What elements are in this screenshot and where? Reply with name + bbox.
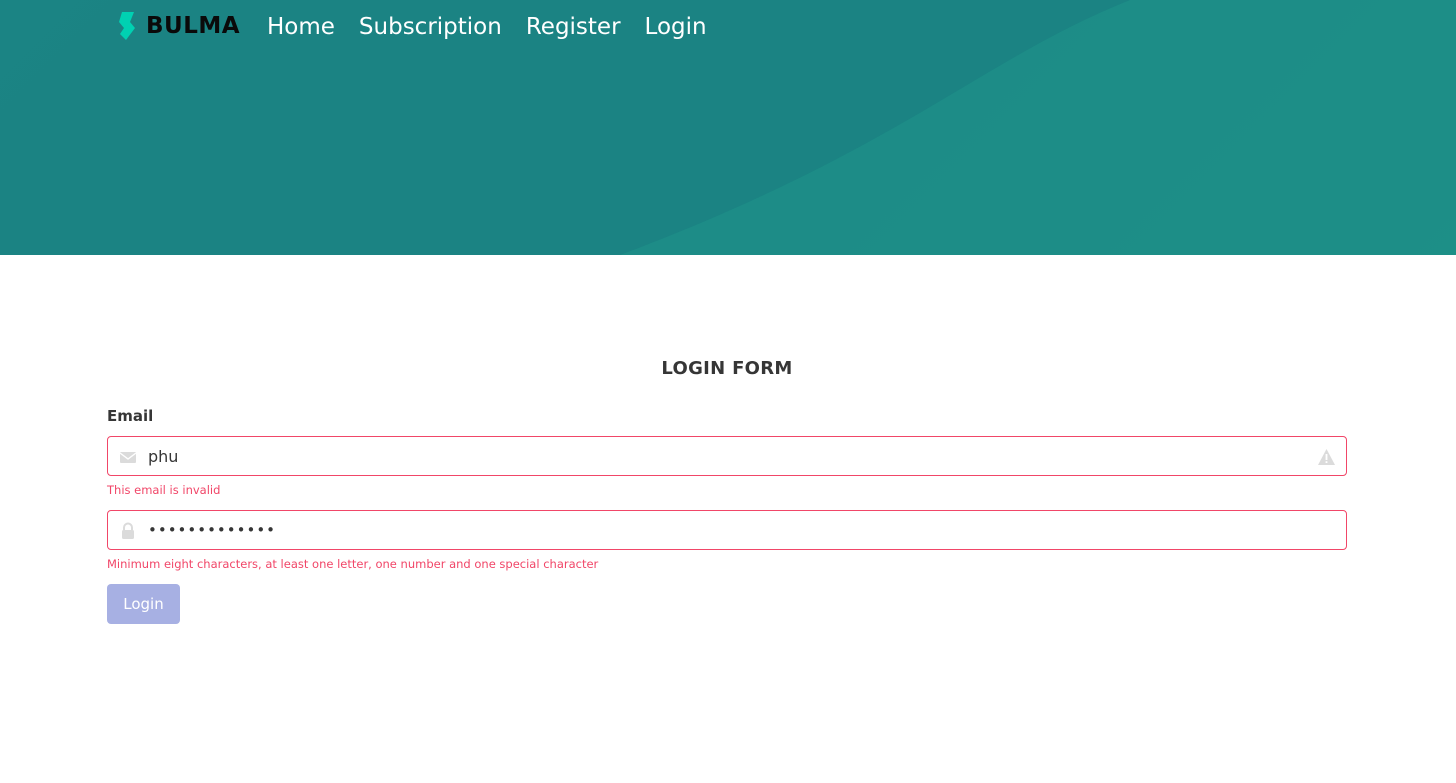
login-button[interactable]: Login xyxy=(107,584,180,624)
navbar: BULMA Home Subscription Register Login xyxy=(0,0,1456,56)
bulma-logo-icon xyxy=(119,12,135,40)
nav-links: Home Subscription Register Login xyxy=(267,12,731,42)
lock-icon xyxy=(122,522,134,539)
nav-link-register[interactable]: Register xyxy=(526,12,621,42)
envelope-icon xyxy=(119,452,137,463)
warning-icon xyxy=(1318,449,1335,465)
password-field xyxy=(107,510,1347,550)
brand-name: BULMA xyxy=(146,13,241,39)
nav-link-home[interactable]: Home xyxy=(267,12,335,42)
email-input[interactable] xyxy=(148,437,1298,475)
password-input[interactable] xyxy=(148,511,1298,549)
email-error-text: This email is invalid xyxy=(107,483,221,497)
email-field xyxy=(107,436,1347,476)
nav-link-subscription[interactable]: Subscription xyxy=(359,12,502,42)
hero-banner: BULMA Home Subscription Register Login xyxy=(0,0,1456,255)
nav-link-login[interactable]: Login xyxy=(645,12,707,42)
brand-logo[interactable]: BULMA xyxy=(118,12,240,40)
password-error-text: Minimum eight characters, at least one l… xyxy=(107,557,599,571)
form-title: LOGIN FORM xyxy=(661,358,793,379)
email-label: Email xyxy=(107,407,154,425)
